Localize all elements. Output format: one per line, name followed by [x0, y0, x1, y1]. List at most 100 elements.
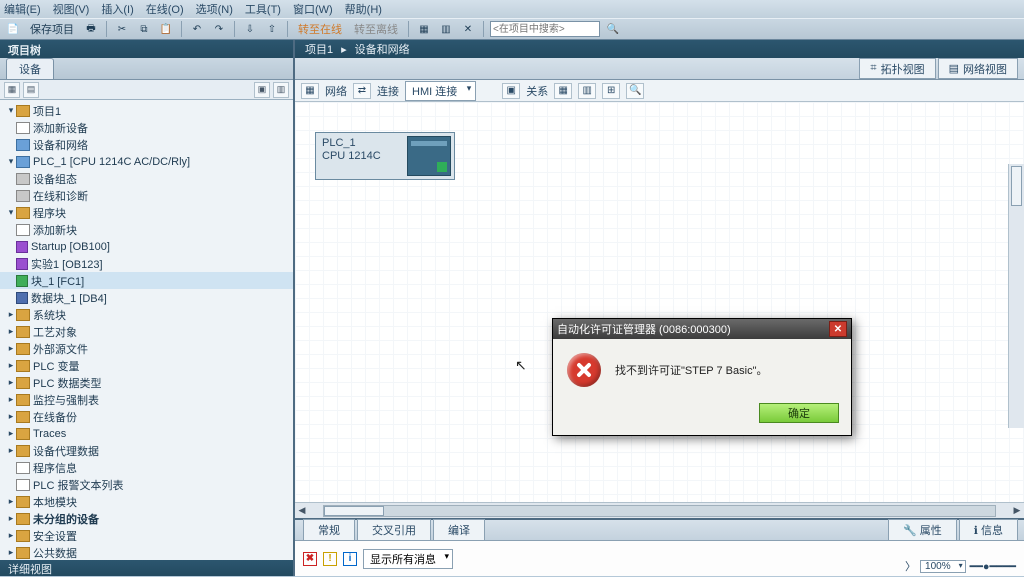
tree-traces[interactable]: Traces: [33, 428, 66, 440]
tree-program-blocks[interactable]: 程序块: [33, 205, 66, 221]
plc-box-name: PLC_1: [322, 137, 398, 150]
tab-devices[interactable]: 设备: [6, 58, 54, 79]
tree-system-blocks[interactable]: 系统块: [33, 307, 66, 323]
plc-box-cpu: CPU 1214C: [322, 150, 398, 163]
tree-db4[interactable]: 数据块_1 [DB4]: [31, 290, 107, 306]
tree-common-data[interactable]: 公共数据: [33, 545, 77, 561]
project-tree-title: 项目树: [0, 40, 293, 58]
tree-backup[interactable]: 在线备份: [33, 409, 77, 425]
tree-project[interactable]: 项目1: [33, 103, 61, 119]
detail-view-title[interactable]: 详细视图: [0, 560, 293, 576]
tab-network-view[interactable]: ▤网络视图: [938, 58, 1018, 79]
zoom-slider-icon[interactable]: ━━●━━━━: [970, 560, 1016, 573]
paste-icon[interactable]: 📋: [157, 20, 175, 38]
dialog-title: 自动化许可证管理器 (0086:000300): [557, 321, 829, 337]
tree-tech-objects[interactable]: 工艺对象: [33, 324, 77, 340]
tree-security[interactable]: 安全设置: [33, 528, 77, 544]
tree-tool-1[interactable]: ▦: [4, 82, 20, 98]
error-badge-icon[interactable]: ✖: [303, 552, 317, 566]
tree-add-device[interactable]: 添加新设备: [33, 120, 88, 136]
tree-plc-vars[interactable]: PLC 变量: [33, 358, 79, 374]
tab-info[interactable]: ℹ 信息: [959, 519, 1018, 540]
conn-icon[interactable]: ⇄: [353, 83, 371, 99]
menu-help[interactable]: 帮助(H): [345, 1, 382, 17]
tool-icon-2[interactable]: ▥: [578, 83, 596, 99]
go-online-button[interactable]: 转至在线: [294, 21, 346, 37]
zoom-fit-icon[interactable]: 🔍: [626, 83, 644, 99]
print-icon[interactable]: 🖶: [82, 20, 100, 38]
warning-badge-icon[interactable]: !: [323, 552, 337, 566]
menu-tools[interactable]: 工具(T): [245, 1, 281, 17]
toolbar-icon-1[interactable]: ▦: [415, 20, 433, 38]
tree-tool-3[interactable]: ▣: [254, 82, 270, 98]
tree-local-modules[interactable]: 本地模块: [33, 494, 77, 510]
project-tree[interactable]: ▾项目1 添加新设备 设备和网络 ▾PLC_1 [CPU 1214C AC/DC…: [0, 100, 293, 560]
menu-view[interactable]: 视图(V): [53, 1, 90, 17]
tree-watch[interactable]: 监控与强制表: [33, 392, 99, 408]
tree-fc1[interactable]: 块_1 [FC1]: [31, 273, 84, 289]
tree-online-diag[interactable]: 在线和诊断: [33, 188, 88, 204]
tree-plc-types[interactable]: PLC 数据类型: [33, 375, 101, 391]
network-canvas[interactable]: PLC_1 CPU 1214C ↖: [295, 102, 1024, 502]
menu-options[interactable]: 选项(N): [196, 1, 233, 17]
download-icon[interactable]: ⇩: [241, 20, 259, 38]
tab-topology-view[interactable]: ⌗拓扑视图: [859, 58, 935, 79]
tree-program-info[interactable]: 程序信息: [33, 460, 77, 476]
close-icon[interactable]: ✕: [459, 20, 477, 38]
upload-icon[interactable]: ⇧: [263, 20, 281, 38]
go-offline-button[interactable]: 转至离线: [350, 21, 402, 37]
menu-insert[interactable]: 插入(I): [101, 1, 133, 17]
crumb-project[interactable]: 项目1: [305, 41, 333, 57]
properties-icon: 🔧: [903, 525, 917, 537]
tree-ob100[interactable]: Startup [OB100]: [31, 241, 110, 253]
tree-external-src[interactable]: 外部源文件: [33, 341, 88, 357]
info-badge-icon[interactable]: i: [343, 552, 357, 566]
tree-proxy[interactable]: 设备代理数据: [33, 443, 99, 459]
zoom-control[interactable]: 〉 100% ━━●━━━━: [905, 558, 1016, 574]
plc-chip-icon: [407, 136, 451, 176]
menu-window[interactable]: 窗口(W): [293, 1, 333, 17]
redo-icon[interactable]: ↷: [210, 20, 228, 38]
tree-plc[interactable]: PLC_1 [CPU 1214C AC/DC/Rly]: [33, 156, 190, 168]
dialog-ok-button[interactable]: 确定: [759, 403, 839, 423]
new-project-icon[interactable]: 📄: [4, 20, 22, 38]
tab-general[interactable]: 常规: [303, 519, 355, 540]
tab-xref[interactable]: 交叉引用: [357, 519, 431, 540]
search-icon[interactable]: 🔍: [604, 20, 622, 38]
crumb-devices[interactable]: 设备和网络: [355, 41, 410, 57]
menu-online[interactable]: 在线(O): [146, 1, 184, 17]
tree-tool-2[interactable]: ▤: [23, 82, 39, 98]
tab-properties[interactable]: 🔧 属性: [888, 519, 957, 540]
tab-compile[interactable]: 编译: [433, 519, 485, 540]
tree-ob123[interactable]: 实验1 [OB123]: [31, 256, 103, 272]
undo-icon[interactable]: ↶: [188, 20, 206, 38]
rel-icon[interactable]: ▣: [502, 83, 520, 99]
project-tree-pane: 项目树 设备 ▦ ▤ ▣ ▥ ▾项目1 添加新设备 设备和网络 ▾PLC_1 […: [0, 40, 295, 576]
tree-tool-4[interactable]: ▥: [273, 82, 289, 98]
info-icon: ℹ: [974, 525, 978, 537]
cut-icon[interactable]: ✂: [113, 20, 131, 38]
copy-icon[interactable]: ⧉: [135, 20, 153, 38]
tree-alarm-text[interactable]: PLC 报警文本列表: [33, 477, 123, 493]
tree-add-block[interactable]: 添加新块: [33, 222, 77, 238]
tool-icon-3[interactable]: ⊞: [602, 83, 620, 99]
connection-dropdown[interactable]: HMI 连接: [405, 81, 476, 101]
error-icon: [567, 353, 601, 387]
dialog-close-button[interactable]: ✕: [829, 321, 847, 337]
plc-device-box[interactable]: PLC_1 CPU 1214C: [315, 132, 455, 180]
tool-icon-1[interactable]: ▦: [554, 83, 572, 99]
message-filter-dropdown[interactable]: 显示所有消息: [363, 549, 453, 569]
dialog-titlebar[interactable]: 自动化许可证管理器 (0086:000300) ✕: [553, 319, 851, 339]
net-icon[interactable]: ▦: [301, 83, 319, 99]
tree-device-config[interactable]: 设备组态: [33, 171, 77, 187]
zoom-dropdown[interactable]: 100%: [920, 560, 966, 573]
vertical-scrollbar[interactable]: [1008, 164, 1024, 428]
toolbar-icon-2[interactable]: ▥: [437, 20, 455, 38]
tree-devices-networks[interactable]: 设备和网络: [33, 137, 88, 153]
tree-ungrouped[interactable]: 未分组的设备: [33, 511, 99, 527]
menu-edit[interactable]: 编辑(E): [4, 1, 41, 17]
project-search-input[interactable]: [490, 21, 600, 37]
horizontal-scrollbar[interactable]: ◀▶ 〉 100% ━━●━━━━: [295, 502, 1024, 518]
save-project-button[interactable]: 保存项目: [26, 21, 78, 37]
relation-label: 关系: [526, 83, 548, 99]
